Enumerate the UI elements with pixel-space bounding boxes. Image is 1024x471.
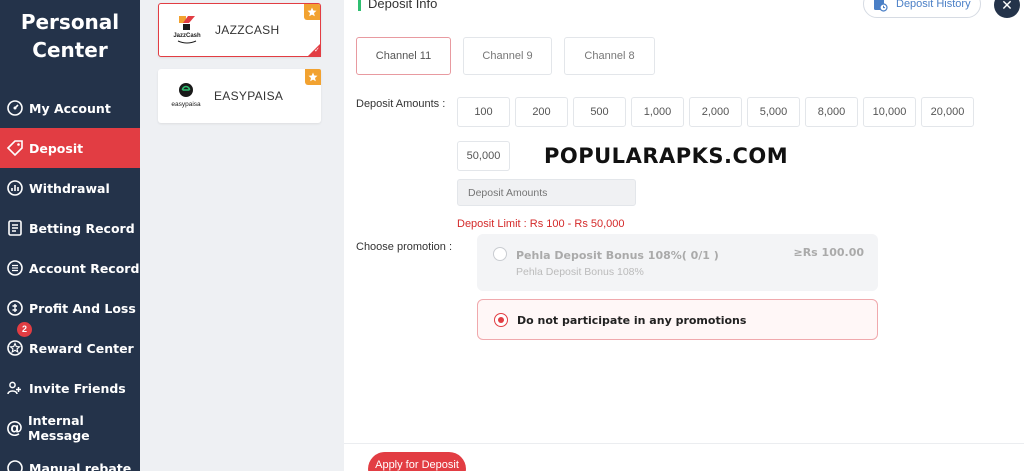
- payment-label: JAZZCASH: [215, 23, 280, 37]
- payment-jazzcash[interactable]: JazzCash JAZZCASH: [158, 3, 321, 57]
- channel-11-button[interactable]: Channel 11: [356, 37, 451, 75]
- amount-option[interactable]: 200: [515, 97, 568, 127]
- reward-count-badge: 2: [17, 322, 32, 337]
- selected-check-icon: [307, 43, 321, 57]
- choose-promotion-label: Choose promotion :: [356, 241, 452, 253]
- sidebar-title-line2: Center: [32, 38, 108, 62]
- easypaisa-logo: easypaisa: [166, 76, 206, 116]
- sidebar-item-manual-rebate[interactable]: Manual rebate: [0, 448, 140, 471]
- amount-option[interactable]: 1,000: [631, 97, 684, 127]
- amount-option[interactable]: 20,000: [921, 97, 974, 127]
- apply-for-deposit-button[interactable]: Apply for Deposit: [368, 452, 466, 471]
- at-icon: @: [6, 418, 23, 438]
- bonus-name: Pehla Deposit Bonus 108%( 0/1 ): [516, 249, 719, 262]
- chart-icon: [6, 179, 24, 197]
- jazzcash-logo: JazzCash: [167, 10, 207, 50]
- hot-badge-icon: [304, 4, 320, 20]
- sidebar-title: Personal Center: [0, 8, 140, 64]
- bonus-description: Pehla Deposit Bonus 108%: [516, 266, 644, 278]
- bonus-minimum: ≥Rs 100.00: [793, 246, 864, 259]
- amount-option[interactable]: 5,000: [747, 97, 800, 127]
- sidebar-item-my-account[interactable]: My Account: [0, 88, 140, 128]
- sidebar-item-account-record[interactable]: Account Record: [0, 248, 140, 288]
- payment-label: EASYPAISA: [214, 89, 284, 103]
- sidebar-item-label: Account Record: [29, 260, 140, 276]
- users-icon: [6, 379, 24, 397]
- footer-divider: [344, 443, 1024, 444]
- deposit-history-button[interactable]: Deposit History: [863, 0, 981, 18]
- sidebar-item-deposit[interactable]: Deposit: [0, 128, 140, 168]
- sidebar-item-label: My Account: [29, 100, 111, 116]
- amount-option[interactable]: 8,000: [805, 97, 858, 127]
- deposit-history-label: Deposit History: [896, 0, 971, 10]
- promotion-none-option[interactable]: Do not participate in any promotions: [477, 299, 878, 340]
- rebate-icon: [6, 459, 24, 471]
- deposit-panel: Deposit Info Deposit History ✕ Channel 1…: [344, 0, 1024, 471]
- payment-method-list: JazzCash JAZZCASH easypaisa EASYPAISA: [140, 0, 344, 471]
- history-icon: [874, 0, 888, 12]
- amount-option[interactable]: 10,000: [863, 97, 916, 127]
- star-icon: [6, 339, 24, 357]
- payment-easypaisa[interactable]: easypaisa EASYPAISA: [158, 69, 321, 123]
- deposit-amounts-label: Deposit Amounts :: [356, 98, 446, 110]
- tag-icon: [6, 139, 24, 157]
- amount-option[interactable]: 50,000: [457, 141, 510, 171]
- page-title: Deposit Info: [368, 0, 438, 11]
- svg-text:easypaisa: easypaisa: [171, 101, 201, 108]
- amount-option[interactable]: 2,000: [689, 97, 742, 127]
- sidebar-item-betting-record[interactable]: Betting Record: [0, 208, 140, 248]
- sidebar-item-withdrawal[interactable]: Withdrawal: [0, 168, 140, 208]
- deposit-limit-text: Deposit Limit : Rs 100 - Rs 50,000: [457, 218, 625, 230]
- sidebar-item-label: Withdrawal: [29, 180, 110, 196]
- sidebar-item-label: Internal Message: [28, 413, 90, 443]
- header-accent-bar: [358, 0, 361, 11]
- sidebar-item-invite-friends[interactable]: Invite Friends: [0, 368, 140, 408]
- sidebar-item-reward-center[interactable]: Reward Center 2: [0, 322, 140, 368]
- sidebar-item-label: Profit And Loss: [29, 300, 136, 316]
- amount-option[interactable]: 500: [573, 97, 626, 127]
- close-icon: ✕: [1001, 0, 1013, 13]
- gauge-icon: [6, 99, 24, 117]
- sidebar-item-label: Invite Friends: [29, 380, 126, 396]
- close-button[interactable]: ✕: [994, 0, 1020, 18]
- sidebar-item-internal-message[interactable]: @ Internal Message: [0, 408, 140, 448]
- promotion-bonus-option[interactable]: Pehla Deposit Bonus 108%( 0/1 ) Pehla De…: [477, 234, 878, 291]
- sidebar-title-line1: Personal: [20, 10, 120, 34]
- sidebar-item-label: Betting Record: [29, 220, 135, 236]
- sidebar-item-label: Reward Center: [29, 340, 134, 356]
- no-promotion-label: Do not participate in any promotions: [517, 314, 747, 327]
- profit-icon: [6, 299, 24, 317]
- document-icon: [6, 219, 24, 237]
- hot-badge-icon: [305, 69, 321, 85]
- watermark-text: POPULARAPKS.COM: [544, 144, 789, 168]
- bonus-radio[interactable]: [493, 247, 507, 261]
- channel-8-button[interactable]: Channel 8: [564, 37, 655, 75]
- deposit-amount-input[interactable]: [457, 179, 636, 206]
- sidebar-item-label: Deposit: [29, 140, 84, 156]
- list-icon: [6, 259, 24, 277]
- sidebar-item-label: Manual rebate: [29, 460, 132, 471]
- channel-9-button[interactable]: Channel 9: [463, 37, 552, 75]
- svg-text:JazzCash: JazzCash: [173, 33, 201, 39]
- none-radio[interactable]: [494, 313, 508, 327]
- amount-option[interactable]: 100: [457, 97, 510, 127]
- sidebar: Personal Center My Account Deposit Withd…: [0, 0, 140, 471]
